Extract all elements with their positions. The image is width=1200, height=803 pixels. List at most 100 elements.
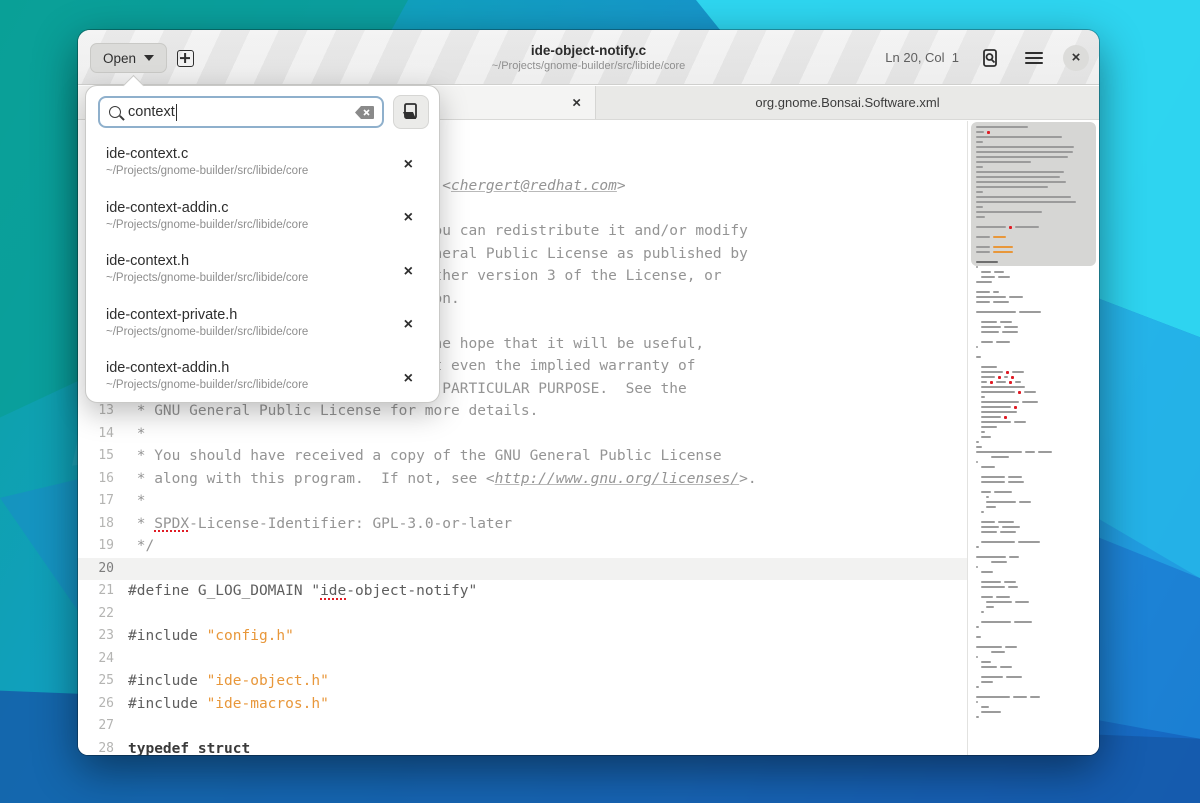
minimap-line [981,426,997,428]
minimap-line [1005,646,1017,648]
minimap-line [1014,421,1026,423]
minimap-line [994,491,1012,493]
minimap-line [976,461,978,463]
minimap-line [981,666,997,668]
minimap-line [1019,501,1031,503]
menu-button[interactable] [1019,43,1049,73]
result-file-path: ~/Projects/gnome-builder/src/libide/core [106,326,395,338]
line-number: 15 [78,445,114,468]
result-remove-icon[interactable]: × [404,210,413,226]
result-remove-icon[interactable]: × [404,264,413,280]
minimap-line [981,421,1011,423]
open-button[interactable]: Open [90,43,167,73]
minimap-line [1015,226,1039,228]
minimap-line [981,391,1015,393]
minimap-line [1006,676,1022,678]
minimap-line [976,546,979,548]
minimap-line [976,206,983,208]
window-title: ide-object-notify.c [531,43,646,58]
minimap-line [981,376,995,378]
line-number: 26 [78,693,114,716]
search-icon [109,106,121,118]
open-file-browser-button[interactable] [393,95,429,129]
minimap-line [1011,376,1014,379]
text-caret [176,104,178,121]
hamburger-icon [1025,52,1043,64]
search-result-item[interactable]: ide-context-private.h~/Projects/gnome-bu… [86,299,439,353]
minimap[interactable] [967,121,1099,755]
code-line: 23#include "config.h" [78,625,967,648]
minimap-line [976,356,981,358]
minimap-line [981,326,1001,328]
minimap-viewport-indicator[interactable] [971,122,1096,266]
result-file-name: ide-context.h [106,253,395,269]
minimap-line [976,151,1073,153]
minimap-line [993,246,1013,248]
minimap-line [1004,326,1018,328]
search-result-item[interactable]: ide-context.c~/Projects/gnome-builder/sr… [86,138,439,192]
minimap-line [981,596,993,598]
minimap-line [976,196,1071,198]
minimap-line [976,251,990,253]
tab-bonsai-software-xml[interactable]: org.gnome.Bonsai.Software.xml [595,86,1099,119]
minimap-line [976,696,1010,698]
result-file-name: ide-context.c [106,146,395,162]
file-search-input[interactable]: context [98,96,384,128]
minimap-line [986,501,1016,503]
line-number: 17 [78,490,114,513]
minimap-line [994,271,1004,273]
code-line: 22 [78,603,967,626]
minimap-line [981,586,1005,588]
result-remove-icon[interactable]: × [404,317,413,333]
result-remove-icon[interactable]: × [404,371,413,387]
minimap-line [993,251,1013,253]
close-icon: × [1072,50,1081,65]
code-text: * along with this program. If not, see <… [114,468,757,491]
window-close-button[interactable]: × [1063,45,1089,71]
code-line: 19 */ [78,535,967,558]
search-result-item[interactable]: ide-context.h ~/Projects/gnome-builder/sr… [86,245,439,299]
minimap-line [1038,451,1052,453]
code-line: 26#include "ide-macros.h" [78,693,967,716]
minimap-line [1006,371,1009,374]
search-result-list: ide-context.c ~/Projects/gnome-builder/sr… [86,138,439,396]
result-remove-icon[interactable]: × [404,157,413,173]
minimap-line [981,531,997,533]
minimap-line [981,621,1011,623]
code-text: #include "ide-macros.h" [114,693,329,716]
line-number: 19 [78,535,114,558]
code-text: * [114,423,145,446]
result-file-path: ~/Projects/gnome-builder/src/libide/core [106,272,395,284]
tab-close-icon[interactable]: × [572,95,581,110]
code-line: 16 * along with this program. If not, se… [78,468,967,491]
document-search-icon [980,48,1000,68]
line-number: 14 [78,423,114,446]
minimap-line [993,236,1006,238]
code-text: #include "config.h" [114,625,294,648]
minimap-line [976,146,1074,148]
minimap-line [976,161,1031,163]
minimap-line [981,406,1011,408]
line-number: 28 [78,738,114,756]
code-text [114,715,128,738]
new-tab-button[interactable] [172,45,198,71]
minimap-line [1024,391,1036,393]
code-line: 14 * [78,423,967,446]
clear-entry-button[interactable] [355,106,374,119]
search-result-item[interactable]: ide-context-addin.h~/Projects/gnome-buil… [86,352,439,406]
minimap-line [981,526,999,528]
minimap-line [981,661,991,663]
code-text: #define G_LOG_DOMAIN "ide-object-notify" [114,580,477,603]
code-text: * [114,490,145,513]
cursor-position-label: Ln 20, Col 1 [885,50,959,65]
minimap-line [976,701,978,703]
minimap-line [976,126,1028,128]
minimap-line [976,181,1066,183]
result-file-name: ide-context-addin.h [106,360,395,376]
headerbar-right: Ln 20, Col 1 × [885,30,1089,85]
minimap-line [981,436,991,438]
line-number: 16 [78,468,114,491]
document-search-button[interactable] [975,43,1005,73]
search-result-item[interactable]: ide-context-addin.c~/Projects/gnome-buil… [86,192,439,246]
search-input-value: context [128,104,348,121]
